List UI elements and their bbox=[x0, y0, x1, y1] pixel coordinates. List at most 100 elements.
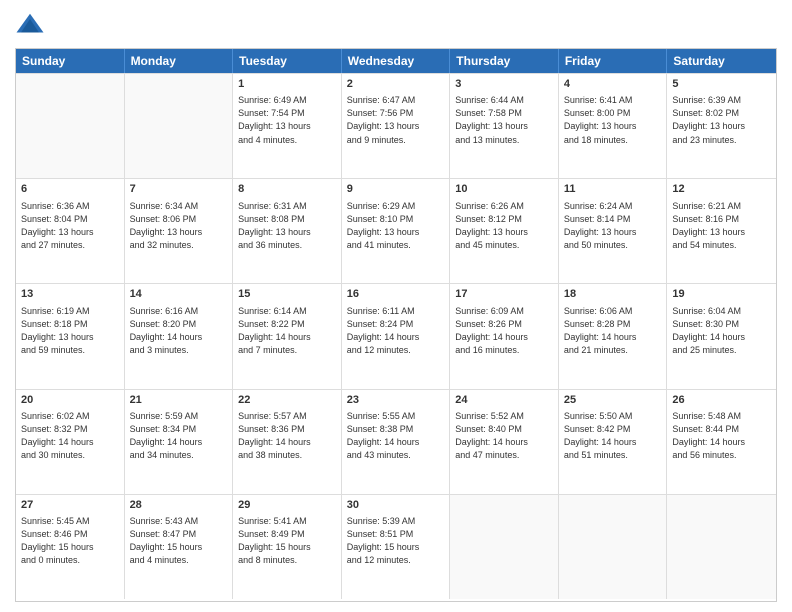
day-number: 20 bbox=[21, 393, 119, 408]
calendar: SundayMondayTuesdayWednesdayThursdayFrid… bbox=[15, 48, 777, 602]
day-content: Sunrise: 6:24 AM Sunset: 8:14 PM Dayligh… bbox=[564, 200, 662, 252]
day-number: 18 bbox=[564, 287, 662, 302]
calendar-header-cell: Monday bbox=[125, 49, 234, 73]
calendar-week-row: 27 Sunrise: 5:45 AM Sunset: 8:46 PM Dayli… bbox=[16, 494, 776, 599]
calendar-cell: 10 Sunrise: 6:26 AM Sunset: 8:12 PM Dayli… bbox=[450, 179, 559, 283]
day-number: 29 bbox=[238, 498, 336, 513]
day-content: Sunrise: 6:47 AM Sunset: 7:56 PM Dayligh… bbox=[347, 94, 445, 146]
calendar-cell: 22 Sunrise: 5:57 AM Sunset: 8:36 PM Dayli… bbox=[233, 390, 342, 494]
day-content: Sunrise: 5:50 AM Sunset: 8:42 PM Dayligh… bbox=[564, 410, 662, 462]
calendar-cell: 1 Sunrise: 6:49 AM Sunset: 7:54 PM Daylig… bbox=[233, 74, 342, 178]
day-content: Sunrise: 6:26 AM Sunset: 8:12 PM Dayligh… bbox=[455, 200, 553, 252]
day-content: Sunrise: 6:19 AM Sunset: 8:18 PM Dayligh… bbox=[21, 305, 119, 357]
calendar-cell: 25Sunrise: 5:50 AM Sunset: 8:42 PM Dayli… bbox=[559, 390, 668, 494]
day-number: 7 bbox=[130, 182, 228, 197]
day-content: Sunrise: 5:52 AM Sunset: 8:40 PM Dayligh… bbox=[455, 410, 553, 462]
page: SundayMondayTuesdayWednesdayThursdayFrid… bbox=[0, 0, 792, 612]
calendar-cell: 16 Sunrise: 6:11 AM Sunset: 8:24 PM Dayli… bbox=[342, 284, 451, 388]
calendar-cell: 7 Sunrise: 6:34 AM Sunset: 8:06 PM Daylig… bbox=[125, 179, 234, 283]
logo-icon bbox=[15, 10, 45, 40]
calendar-cell: 26Sunrise: 5:48 AM Sunset: 8:44 PM Dayli… bbox=[667, 390, 776, 494]
day-number: 30 bbox=[347, 498, 445, 513]
calendar-week-row: 20 Sunrise: 6:02 AM Sunset: 8:32 PM Dayli… bbox=[16, 389, 776, 494]
calendar-cell: 23 Sunrise: 5:55 AM Sunset: 8:38 PM Dayli… bbox=[342, 390, 451, 494]
logo bbox=[15, 10, 49, 40]
calendar-cell: 20 Sunrise: 6:02 AM Sunset: 8:32 PM Dayli… bbox=[16, 390, 125, 494]
calendar-cell: 18 Sunrise: 6:06 AM Sunset: 8:28 PM Dayli… bbox=[559, 284, 668, 388]
day-number: 16 bbox=[347, 287, 445, 302]
day-number: 19 bbox=[672, 287, 771, 302]
day-number: 5 bbox=[672, 77, 771, 92]
calendar-cell bbox=[667, 495, 776, 599]
calendar-cell: 17 Sunrise: 6:09 AM Sunset: 8:26 PM Dayli… bbox=[450, 284, 559, 388]
day-content: Sunrise: 5:45 AM Sunset: 8:46 PM Dayligh… bbox=[21, 515, 119, 567]
calendar-cell: 5 Sunrise: 6:39 AM Sunset: 8:02 PM Daylig… bbox=[667, 74, 776, 178]
calendar-cell: 13 Sunrise: 6:19 AM Sunset: 8:18 PM Dayli… bbox=[16, 284, 125, 388]
calendar-week-row: 6 Sunrise: 6:36 AM Sunset: 8:04 PM Daylig… bbox=[16, 178, 776, 283]
day-content: Sunrise: 6:34 AM Sunset: 8:06 PM Dayligh… bbox=[130, 200, 228, 252]
day-content: Sunrise: 5:59 AM Sunset: 8:34 PM Dayligh… bbox=[130, 410, 228, 462]
calendar-cell: 14Sunrise: 6:16 AM Sunset: 8:20 PM Dayli… bbox=[125, 284, 234, 388]
day-content: Sunrise: 6:06 AM Sunset: 8:28 PM Dayligh… bbox=[564, 305, 662, 357]
day-number: 23 bbox=[347, 393, 445, 408]
day-content: Sunrise: 6:39 AM Sunset: 8:02 PM Dayligh… bbox=[672, 94, 771, 146]
day-content: Sunrise: 5:57 AM Sunset: 8:36 PM Dayligh… bbox=[238, 410, 336, 462]
calendar-cell: 21 Sunrise: 5:59 AM Sunset: 8:34 PM Dayli… bbox=[125, 390, 234, 494]
day-content: Sunrise: 5:43 AM Sunset: 8:47 PM Dayligh… bbox=[130, 515, 228, 567]
calendar-cell: 2 Sunrise: 6:47 AM Sunset: 7:56 PM Daylig… bbox=[342, 74, 451, 178]
day-number: 12 bbox=[672, 182, 771, 197]
day-content: Sunrise: 5:39 AM Sunset: 8:51 PM Dayligh… bbox=[347, 515, 445, 567]
day-content: Sunrise: 6:11 AM Sunset: 8:24 PM Dayligh… bbox=[347, 305, 445, 357]
day-content: Sunrise: 6:31 AM Sunset: 8:08 PM Dayligh… bbox=[238, 200, 336, 252]
calendar-cell: 29 Sunrise: 5:41 AM Sunset: 8:49 PM Dayli… bbox=[233, 495, 342, 599]
calendar-cell: 19 Sunrise: 6:04 AM Sunset: 8:30 PM Dayli… bbox=[667, 284, 776, 388]
calendar-week-row: 13 Sunrise: 6:19 AM Sunset: 8:18 PM Dayli… bbox=[16, 283, 776, 388]
day-content: Sunrise: 5:55 AM Sunset: 8:38 PM Dayligh… bbox=[347, 410, 445, 462]
calendar-cell: 30 Sunrise: 5:39 AM Sunset: 8:51 PM Dayli… bbox=[342, 495, 451, 599]
day-number: 15 bbox=[238, 287, 336, 302]
calendar-cell: 11 Sunrise: 6:24 AM Sunset: 8:14 PM Dayli… bbox=[559, 179, 668, 283]
calendar-cell: 3 Sunrise: 6:44 AM Sunset: 7:58 PM Daylig… bbox=[450, 74, 559, 178]
day-number: 14 bbox=[130, 287, 228, 302]
day-content: Sunrise: 6:44 AM Sunset: 7:58 PM Dayligh… bbox=[455, 94, 553, 146]
calendar-header-cell: Wednesday bbox=[342, 49, 451, 73]
day-content: Sunrise: 6:14 AM Sunset: 8:22 PM Dayligh… bbox=[238, 305, 336, 357]
day-number: 27 bbox=[21, 498, 119, 513]
calendar-header-row: SundayMondayTuesdayWednesdayThursdayFrid… bbox=[16, 49, 776, 73]
day-number: 9 bbox=[347, 182, 445, 197]
calendar-cell bbox=[559, 495, 668, 599]
day-content: Sunrise: 6:36 AM Sunset: 8:04 PM Dayligh… bbox=[21, 200, 119, 252]
day-number: 2 bbox=[347, 77, 445, 92]
calendar-cell: 27 Sunrise: 5:45 AM Sunset: 8:46 PM Dayli… bbox=[16, 495, 125, 599]
day-number: 26 bbox=[672, 393, 771, 408]
day-content: Sunrise: 6:09 AM Sunset: 8:26 PM Dayligh… bbox=[455, 305, 553, 357]
calendar-cell: 4Sunrise: 6:41 AM Sunset: 8:00 PM Daylig… bbox=[559, 74, 668, 178]
day-content: Sunrise: 6:29 AM Sunset: 8:10 PM Dayligh… bbox=[347, 200, 445, 252]
calendar-cell: 12 Sunrise: 6:21 AM Sunset: 8:16 PM Dayli… bbox=[667, 179, 776, 283]
day-number: 21 bbox=[130, 393, 228, 408]
calendar-body: 1 Sunrise: 6:49 AM Sunset: 7:54 PM Daylig… bbox=[16, 73, 776, 599]
day-number: 28 bbox=[130, 498, 228, 513]
day-content: Sunrise: 6:41 AM Sunset: 8:00 PM Dayligh… bbox=[564, 94, 662, 146]
day-content: Sunrise: 6:21 AM Sunset: 8:16 PM Dayligh… bbox=[672, 200, 771, 252]
day-number: 3 bbox=[455, 77, 553, 92]
calendar-cell: 9 Sunrise: 6:29 AM Sunset: 8:10 PM Daylig… bbox=[342, 179, 451, 283]
day-content: Sunrise: 6:04 AM Sunset: 8:30 PM Dayligh… bbox=[672, 305, 771, 357]
day-number: 1 bbox=[238, 77, 336, 92]
day-number: 6 bbox=[21, 182, 119, 197]
day-number: 13 bbox=[21, 287, 119, 302]
day-number: 22 bbox=[238, 393, 336, 408]
day-content: Sunrise: 5:41 AM Sunset: 8:49 PM Dayligh… bbox=[238, 515, 336, 567]
header bbox=[15, 10, 777, 40]
calendar-cell: 6 Sunrise: 6:36 AM Sunset: 8:04 PM Daylig… bbox=[16, 179, 125, 283]
calendar-header-cell: Saturday bbox=[667, 49, 776, 73]
day-number: 24 bbox=[455, 393, 553, 408]
calendar-cell: 15 Sunrise: 6:14 AM Sunset: 8:22 PM Dayli… bbox=[233, 284, 342, 388]
calendar-header-cell: Sunday bbox=[16, 49, 125, 73]
day-content: Sunrise: 6:49 AM Sunset: 7:54 PM Dayligh… bbox=[238, 94, 336, 146]
day-content: Sunrise: 6:02 AM Sunset: 8:32 PM Dayligh… bbox=[21, 410, 119, 462]
day-number: 11 bbox=[564, 182, 662, 197]
day-number: 10 bbox=[455, 182, 553, 197]
calendar-cell bbox=[450, 495, 559, 599]
day-number: 17 bbox=[455, 287, 553, 302]
